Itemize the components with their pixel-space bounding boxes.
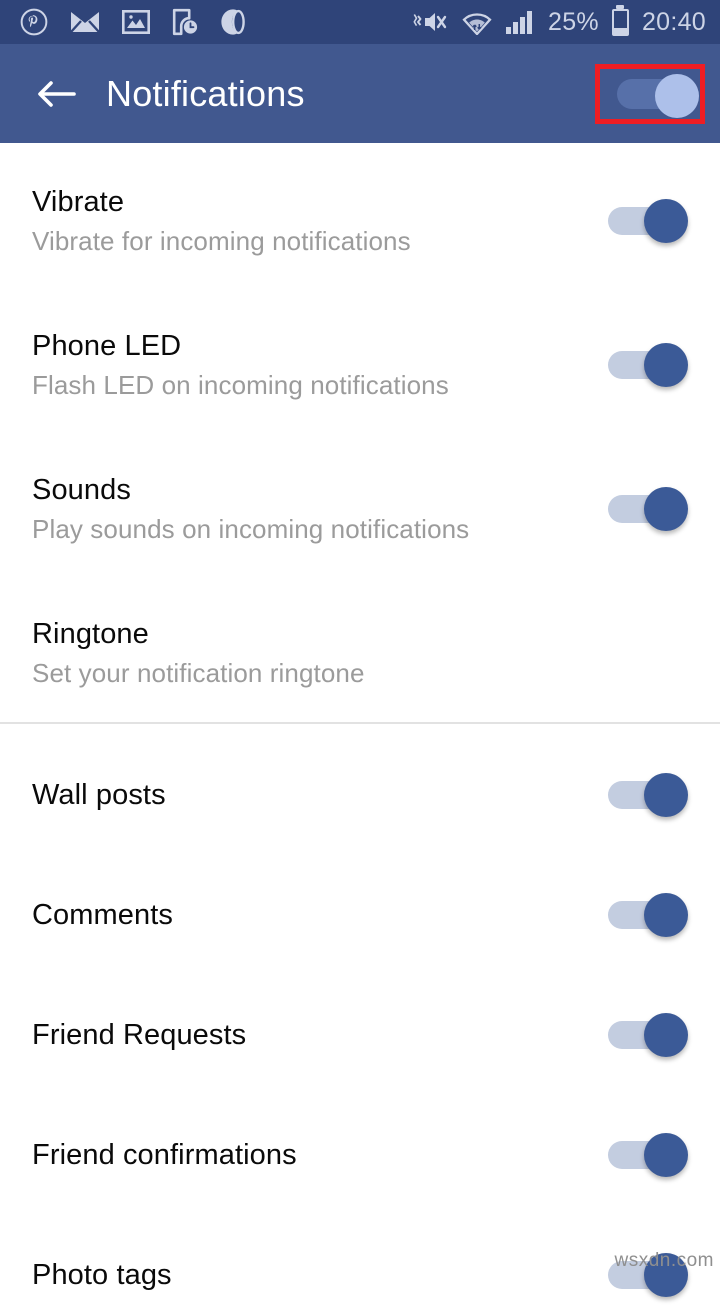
list-item-texts: Friend Requests	[32, 1018, 246, 1052]
notifications-master-toggle[interactable]	[616, 73, 699, 118]
list-item[interactable]: Ringtone Set your notification ringtone	[0, 607, 720, 699]
app-bar: Notifications	[0, 44, 720, 143]
signal-bars-icon	[505, 9, 535, 35]
toggle-knob	[644, 1013, 688, 1057]
list-item-subtitle: Flash LED on incoming notifications	[32, 370, 449, 401]
battery-percent-label: 25%	[548, 7, 599, 36]
pinterest-icon	[20, 8, 48, 36]
wifi-icon	[462, 9, 492, 35]
list-item-subtitle: Play sounds on incoming notifications	[32, 514, 470, 545]
list-item[interactable]: Photo tags	[0, 1243, 720, 1307]
toggle-knob	[644, 343, 688, 387]
battery-icon	[611, 8, 629, 36]
toggle-switch[interactable]	[608, 1013, 688, 1057]
watermark: wsxdn.com	[614, 1250, 714, 1271]
photo-icon	[122, 9, 150, 35]
toggle-knob	[644, 199, 688, 243]
toggle-knob	[644, 1133, 688, 1177]
list-item-texts: Ringtone Set your notification ringtone	[32, 617, 365, 689]
vibrate-mute-icon	[413, 8, 449, 36]
list-item[interactable]: Friend confirmations	[0, 1123, 720, 1187]
list-item[interactable]: Comments	[0, 883, 720, 947]
list-item-title: Phone LED	[32, 329, 182, 362]
list-item[interactable]: Friend Requests	[0, 1003, 720, 1067]
settings-list: Vibrate Vibrate for incoming notification…	[0, 143, 720, 1297]
device-clock-icon	[172, 8, 198, 36]
back-button[interactable]	[34, 72, 78, 116]
list-item-title: Friend Requests	[32, 1018, 247, 1051]
master-toggle-container	[595, 54, 720, 134]
list-item-texts: Phone LED Flash LED on incoming notificat…	[32, 329, 449, 401]
list-item-subtitle: Vibrate for incoming notifications	[32, 226, 411, 257]
list-item-title: Photo tags	[32, 1258, 172, 1291]
list-item-texts: Wall posts	[32, 778, 166, 812]
list-item-title: Ringtone	[32, 617, 149, 650]
list-item[interactable]: Wall posts	[0, 763, 720, 827]
list-item[interactable]: Vibrate Vibrate for incoming notification…	[0, 175, 720, 267]
list-item-title: Wall posts	[32, 778, 166, 811]
toggle-knob	[644, 773, 688, 817]
opera-icon	[220, 8, 246, 36]
toggle-switch[interactable]	[608, 1133, 688, 1177]
list-item-texts: Friend confirmations	[32, 1138, 297, 1172]
list-item[interactable]: Phone LED Flash LED on incoming notificat…	[0, 319, 720, 411]
page-title: Notifications	[106, 72, 305, 114]
toggle-switch[interactable]	[608, 773, 688, 817]
toggle-switch[interactable]	[608, 893, 688, 937]
list-item-texts: Photo tags	[32, 1258, 172, 1292]
toggle-knob	[644, 893, 688, 937]
list-item-texts: Comments	[32, 898, 173, 932]
list-item-title: Friend confirmations	[32, 1138, 297, 1171]
list-item-texts: Sounds Play sounds on incoming notificati…	[32, 473, 469, 545]
section-divider	[0, 722, 720, 724]
status-bar-left-icons	[20, 8, 246, 36]
toggle-switch[interactable]	[608, 487, 688, 531]
toggle-switch[interactable]	[608, 343, 688, 387]
list-item-title: Sounds	[32, 473, 131, 506]
list-item-title: Comments	[32, 898, 173, 931]
toggle-switch[interactable]	[608, 199, 688, 243]
clock-label: 20:40	[641, 7, 706, 36]
master-toggle-knob	[654, 73, 699, 118]
toggle-knob	[644, 487, 688, 531]
list-item[interactable]: Sounds Play sounds on incoming notificati…	[0, 463, 720, 555]
status-bar: 25% 20:40	[0, 0, 720, 44]
status-bar-right-icons: 25% 20:40	[413, 8, 706, 36]
list-item-subtitle: Set your notification ringtone	[32, 658, 365, 689]
mail-icon	[70, 10, 100, 34]
list-item-texts: Vibrate Vibrate for incoming notification…	[32, 185, 411, 257]
list-item-title: Vibrate	[32, 185, 125, 218]
